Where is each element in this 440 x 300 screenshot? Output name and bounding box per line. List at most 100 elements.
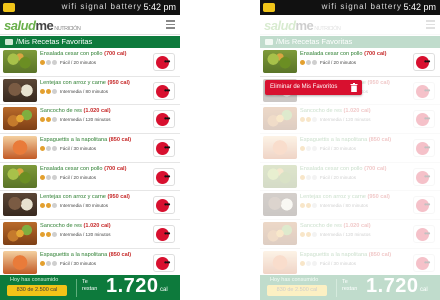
recipe-row[interactable]: Espaguettis a la napolitana (850 cal) Fác… — [0, 248, 180, 278]
difficulty-dot-icon — [40, 60, 45, 65]
recipe-name: Ensalada cesar con pollo — [40, 165, 103, 172]
difficulty-dot-icon — [52, 232, 57, 238]
remaining-label: Terestan — [82, 279, 97, 293]
recipe-name: Espaguettis a la napolitana — [40, 137, 108, 144]
logo-sub: NUTRICIÓN — [54, 26, 81, 32]
difficulty-dot-icon — [52, 260, 57, 266]
difficulty-dot-icon — [46, 174, 51, 180]
recipe-title: Espaguettis a la napolitana (850 cal) — [40, 252, 131, 258]
recipe-options-button[interactable]: ••• — [153, 225, 175, 244]
clock: 5:42 pm — [143, 2, 176, 12]
recipe-difficulty-text: Intermedia / 120 minutos — [60, 117, 111, 123]
recipe-thumbnail — [3, 136, 37, 160]
difficulty-dot-icon — [40, 88, 45, 94]
recipe-options-button[interactable]: ••• — [153, 110, 175, 129]
logo-me: me — [35, 18, 54, 33]
recipe-calories: (850 cal) — [108, 137, 132, 144]
recipe-calories: (1.020 cal) — [83, 223, 111, 230]
app-logo: saludmeNUTRICIÓN — [4, 18, 81, 33]
footer-divider — [76, 279, 77, 297]
recipe-title: Lentejas con arroz y carne (950 cal) — [40, 194, 130, 200]
remove-favorite-menu-item[interactable]: Eliminar de Mis Favoritos — [265, 80, 362, 95]
recipe-options-button[interactable]: ••• — [153, 167, 175, 186]
recipe-row[interactable]: Sancocho de res (1.020 cal) Intermedia / … — [0, 220, 180, 249]
recipe-title: Sancocho de res (1.020 cal) — [40, 223, 111, 229]
consumed-badge: 830 de 2.500 cal — [7, 285, 67, 296]
recipe-difficulty: Intermedia / 120 minutos — [40, 232, 111, 238]
recipe-options-button[interactable]: ••• — [153, 53, 175, 71]
recipe-options-button[interactable]: ••• — [413, 53, 435, 71]
recipe-title: Ensalada cesar con pollo (700 cal) — [40, 166, 126, 172]
difficulty-dot-icon — [52, 146, 57, 152]
difficulty-dot-icon — [46, 232, 51, 238]
difficulty-dot-icon — [306, 60, 311, 65]
more-dots-icon: ••• — [164, 114, 170, 124]
phone-screen-context-menu: wifi signal battery 5:42 pm saludmeNUTRI… — [260, 0, 440, 300]
folder-icon — [5, 38, 13, 45]
recipe-row[interactable]: Lentejas con arroz y carne (950 cal) Inte… — [0, 191, 180, 221]
difficulty-dot-icon — [300, 60, 305, 65]
more-dots-icon: ••• — [164, 200, 170, 210]
recipe-thumbnail — [3, 164, 37, 188]
difficulty-dot-icon — [40, 174, 45, 180]
recipe-difficulty-text: Intermedia / 120 minutos — [60, 232, 111, 238]
recipe-calories: (700 cal) — [104, 165, 127, 172]
recipe-options-button[interactable]: ••• — [153, 196, 175, 215]
recipe-thumbnail — [3, 107, 37, 131]
highlighted-recipe-row[interactable]: Ensalada cesar con pollo (700 cal) Fácil … — [260, 48, 440, 77]
hamburger-menu-icon[interactable] — [166, 20, 175, 29]
recipe-difficulty: Fácil / 30 minutos — [40, 260, 96, 266]
logo-main: salud — [4, 18, 36, 33]
recipe-name: Espaguettis a la napolitana — [40, 251, 108, 258]
recipe-row[interactable]: Sancocho de res (1.020 cal) Intermedia / … — [0, 105, 180, 135]
difficulty-dot-icon — [46, 260, 51, 266]
recipe-row[interactable]: Ensalada cesar con pollo (700 cal) Fácil … — [0, 48, 180, 77]
remaining-unit: cal — [160, 287, 168, 293]
status-bar: wifi signal battery 5:42 pm — [260, 0, 440, 15]
recipe-difficulty: Intermedia / 80 minutos — [40, 203, 109, 209]
difficulty-dot-icon — [312, 60, 317, 65]
recipe-difficulty: Intermedia / 80 minutos — [40, 88, 109, 94]
system-status-icons: wifi signal battery — [321, 2, 402, 11]
recipe-row[interactable]: Ensalada cesar con pollo (700 cal) Fácil … — [0, 162, 180, 192]
recipe-difficulty: Fácil / 20 minutos — [300, 60, 356, 65]
more-dots-icon: ••• — [164, 85, 170, 95]
recipe-difficulty-text: Fácil / 30 minutos — [60, 260, 96, 266]
difficulty-dot-icon — [52, 117, 57, 123]
recipe-difficulty: Fácil / 20 minutos — [40, 174, 96, 180]
difficulty-dot-icon — [46, 117, 51, 123]
recipe-name: Lentejas con arroz y carne — [40, 79, 106, 86]
recipe-calories: (700 cal) — [364, 51, 387, 57]
difficulty-dot-icon — [46, 88, 51, 94]
difficulty-dot-icon — [52, 88, 57, 94]
recipe-options-button[interactable]: ••• — [153, 139, 175, 158]
more-dots-icon: ••• — [164, 143, 170, 153]
recipe-thumbnail — [3, 250, 37, 274]
recipe-difficulty-text: Fácil / 30 minutos — [60, 146, 96, 152]
section-header: /Mis Recetas Favoritas — [0, 36, 180, 48]
recipe-name: Ensalada cesar con pollo — [40, 51, 103, 57]
consumed-label: Hoy has consumido — [10, 277, 59, 283]
recipe-difficulty: Intermedia / 120 minutos — [40, 117, 111, 123]
recipe-thumbnail — [3, 222, 37, 246]
system-status-icons: wifi signal battery — [61, 2, 142, 11]
recipe-difficulty-text: Intermedia / 80 minutos — [60, 203, 109, 209]
recipe-title: Ensalada cesar con pollo (700 cal) — [300, 51, 386, 57]
recipe-row[interactable]: Ensalada cesar con pollo (700 cal) Fácil … — [260, 48, 440, 77]
recipe-row[interactable]: Lentejas con arroz y carne (950 cal) Inte… — [0, 76, 180, 106]
recipe-row[interactable]: Espaguettis a la napolitana (850 cal) Fác… — [0, 134, 180, 163]
difficulty-dot-icon — [40, 146, 45, 152]
recipe-difficulty: Fácil / 20 minutos — [40, 60, 96, 65]
difficulty-dot-icon — [40, 232, 45, 238]
clock: 5:42 pm — [403, 2, 436, 12]
recipe-name: Lentejas con arroz y carne — [40, 194, 106, 201]
recipe-difficulty-text: Intermedia / 80 minutos — [60, 88, 109, 94]
recipe-options-button[interactable]: ••• — [153, 81, 175, 100]
recipe-thumbnail — [263, 50, 297, 73]
difficulty-dot-icon — [46, 60, 51, 65]
calorie-footer: Hoy has consumido 830 de 2.500 cal Teres… — [0, 275, 180, 300]
difficulty-dot-icon — [40, 117, 45, 123]
difficulty-dot-icon — [46, 203, 51, 209]
section-title: /Mis Recetas Favoritas — [16, 37, 93, 46]
recipe-options-button[interactable]: ••• — [153, 253, 175, 272]
